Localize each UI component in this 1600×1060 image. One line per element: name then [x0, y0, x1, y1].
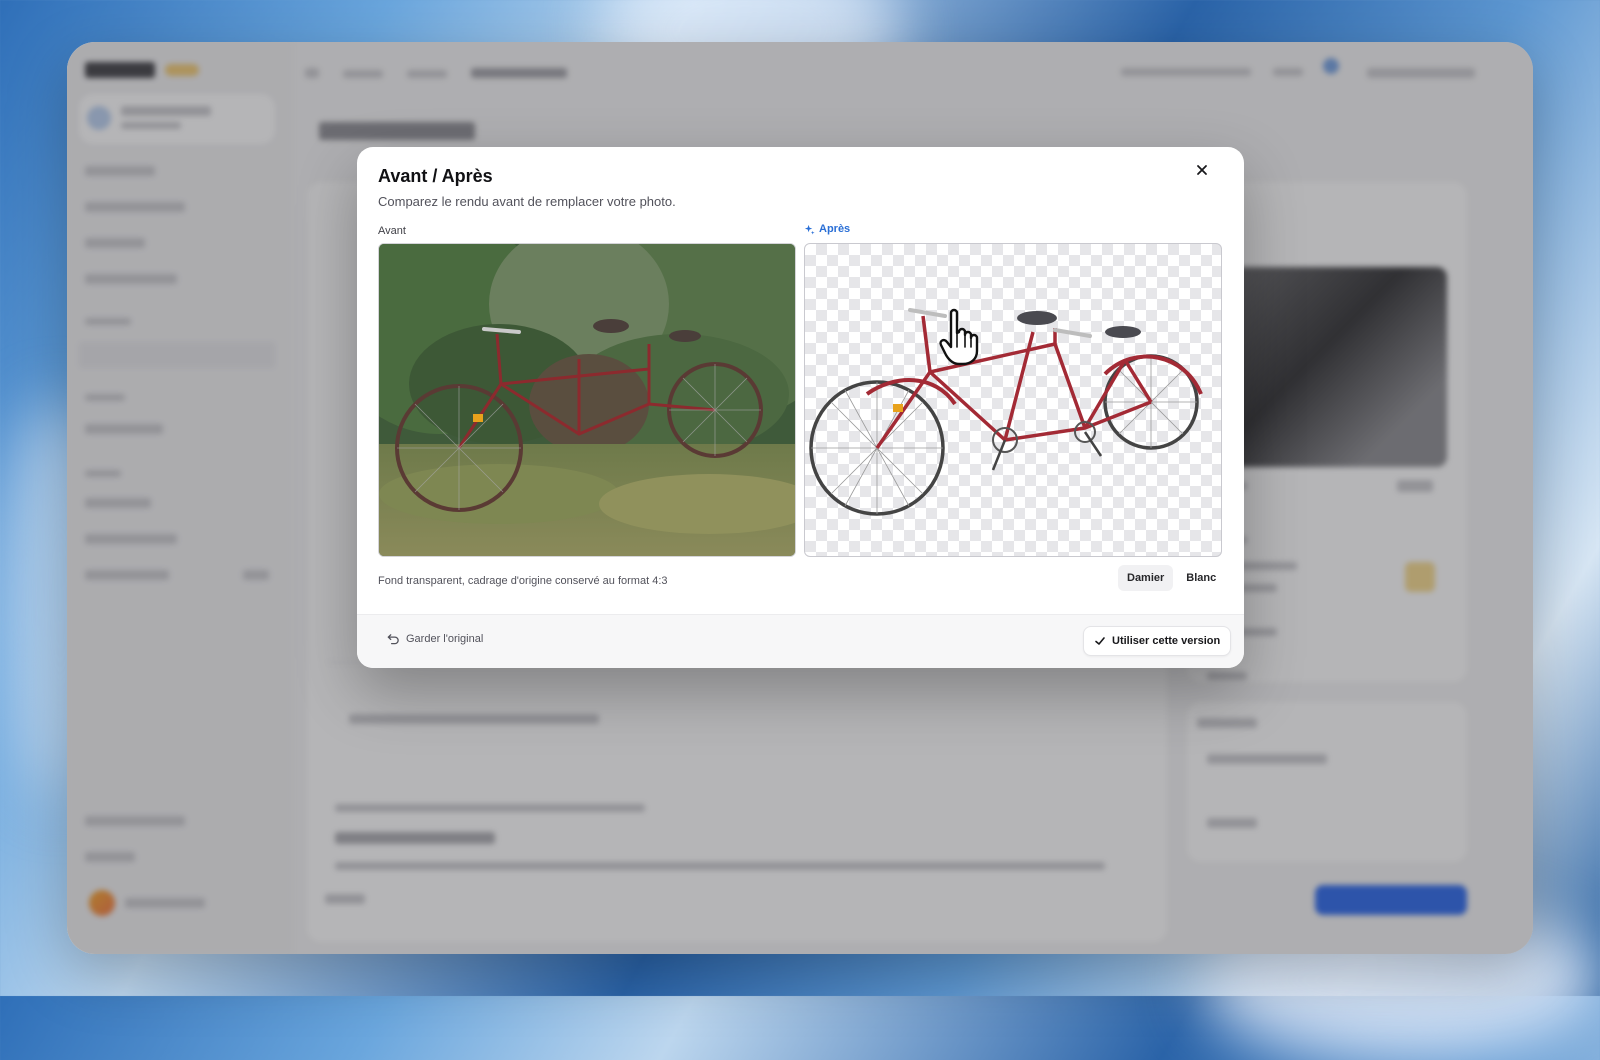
close-button[interactable] [1191, 159, 1213, 181]
keep-original-button[interactable]: Garder l'original [387, 632, 483, 645]
keep-original-label: Garder l'original [406, 632, 484, 645]
modal-footer: Garder l'original Utiliser cette version [357, 614, 1244, 668]
check-icon [1095, 637, 1105, 645]
background-toggle: Damier Blanc [1118, 565, 1225, 591]
undo-icon [387, 634, 399, 645]
image-caption: Fond transparent, cadrage d'origine cons… [378, 575, 668, 587]
modal-subtitle: Comparez le rendu avant de remplacer vot… [378, 194, 676, 209]
close-icon [1197, 165, 1207, 175]
before-label: Avant [378, 225, 406, 237]
after-image [804, 243, 1222, 557]
use-version-label: Utiliser cette version [1112, 635, 1221, 647]
hand-pointer-icon [939, 308, 979, 366]
white-toggle[interactable]: Blanc [1177, 565, 1225, 591]
sparkle-icon [804, 224, 815, 235]
after-label-wrap: Après [804, 223, 850, 235]
after-label: Après [819, 223, 851, 235]
before-after-modal: Avant / Après Comparez le rendu avant de… [357, 147, 1244, 668]
use-version-button[interactable]: Utiliser cette version [1083, 626, 1232, 656]
before-image [378, 243, 796, 557]
modal-title: Avant / Après [378, 166, 493, 186]
checkerboard-toggle[interactable]: Damier [1118, 565, 1174, 591]
